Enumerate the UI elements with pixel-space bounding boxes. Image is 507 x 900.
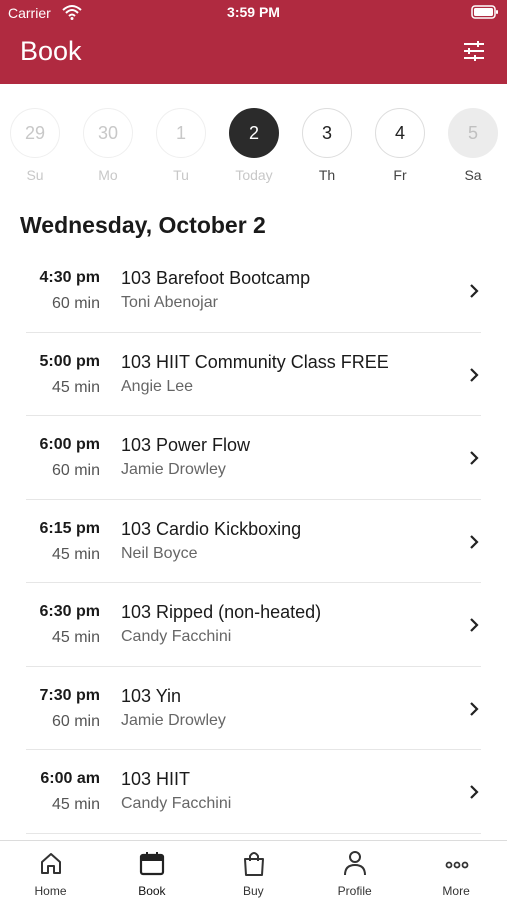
battery-icon xyxy=(471,5,498,19)
more-dots-icon xyxy=(445,861,468,869)
session-duration: 60 min xyxy=(51,712,100,730)
session-row[interactable]: 6:30 pm 45 min 103 Ripped (non-heated) Cand… xyxy=(0,583,507,667)
tab-label: More xyxy=(442,884,470,898)
chevron-right-icon xyxy=(470,451,479,465)
session-row[interactable]: 6:15 pm 45 min 103 Cardio Kickboxing Neil B… xyxy=(0,500,507,584)
day-th[interactable]: 3 Th xyxy=(301,108,353,183)
day-number: 1 xyxy=(156,108,206,158)
chevron-right-icon xyxy=(470,367,479,382)
chevron-right-icon xyxy=(470,618,479,632)
chevron-right-icon xyxy=(470,284,479,298)
session-time: 5:00 pm xyxy=(39,352,100,370)
session-row[interactable]: 7:30 pm 60 min 103 Yin Jamie Drowley xyxy=(0,667,507,751)
class-name: 103 Cardio Kickboxing xyxy=(121,518,302,539)
status-bar: Carrier 3:59 PM xyxy=(0,0,507,26)
class-name: 103 Power Flow xyxy=(121,435,251,455)
session-time: 4:30 pm xyxy=(39,269,100,286)
day-label: Mo xyxy=(98,167,118,183)
day-number: 5 xyxy=(448,108,498,158)
tab-bar: Home Book Buy Profile More xyxy=(0,840,507,900)
session-time: 7:30 pm xyxy=(39,686,100,704)
top-bar: Carrier 3:59 PM Book xyxy=(0,0,507,84)
page-title: Book xyxy=(20,36,82,66)
session-duration: 60 min xyxy=(51,462,100,479)
session-row[interactable]: 4:30 pm 60 min 103 Barefoot Bootcamp Toni A… xyxy=(0,249,507,333)
instructor-name: Candy Facchini xyxy=(121,628,232,645)
instructor-name: Jamie Drowley xyxy=(121,711,226,729)
session-duration: 45 min xyxy=(51,629,100,646)
instructor-name: Angie Lee xyxy=(121,377,194,395)
session-duration: 45 min xyxy=(51,796,100,813)
session-row[interactable]: 6:00 pm 60 min 103 Power Flow Jamie Drowley xyxy=(0,416,507,500)
tab-more[interactable]: More xyxy=(406,841,507,900)
session-time: 6:00 pm xyxy=(39,436,100,453)
day-fr[interactable]: 4 Fr xyxy=(374,108,426,183)
class-name: 103 Barefoot Bootcamp xyxy=(121,268,311,288)
day-number: 30 xyxy=(83,108,133,158)
tab-book[interactable]: Book xyxy=(101,841,202,900)
class-name: 103 HIIT xyxy=(121,769,191,789)
class-name: 103 Yin xyxy=(121,685,182,706)
instructor-name: Jamie Drowley xyxy=(121,461,226,478)
session-time: 6:00 am xyxy=(40,770,100,787)
day-su[interactable]: 29 Su xyxy=(9,108,61,183)
date-heading: Wednesday, October 2 xyxy=(20,212,266,238)
calendar-icon xyxy=(140,852,165,876)
instructor-name: Toni Abenojar xyxy=(121,294,218,311)
class-name: 103 Ripped (non-heated) xyxy=(121,602,322,622)
day-selector: 29 Su 30 Mo 1 Tu 2 Today 3 Th 4 Fr 5 Sa xyxy=(0,108,507,188)
day-label: Tu xyxy=(173,167,189,183)
person-icon xyxy=(344,851,367,876)
tab-buy[interactable]: Buy xyxy=(203,841,304,900)
tab-home[interactable]: Home xyxy=(0,841,101,900)
day-number: 3 xyxy=(302,108,352,158)
day-label: Fr xyxy=(393,167,407,183)
status-time: 3:59 PM xyxy=(227,4,280,20)
day-label: Sa xyxy=(464,167,482,183)
session-row[interactable]: 5:00 pm 45 min 103 HIIT Community Class FR… xyxy=(0,333,507,417)
day-number: 2 xyxy=(229,108,279,158)
session-row[interactable]: 6:00 am 45 min 103 HIIT Candy Facchini xyxy=(0,750,507,834)
day-today[interactable]: 2 Today xyxy=(228,108,280,183)
chevron-right-icon xyxy=(470,785,479,799)
tab-label: Profile xyxy=(337,884,372,898)
session-duration: 45 min xyxy=(51,545,100,563)
day-number: 4 xyxy=(375,108,425,158)
chevron-right-icon xyxy=(470,534,479,549)
session-duration: 45 min xyxy=(51,378,100,396)
session-time: 6:30 pm xyxy=(39,603,100,620)
session-list: 4:30 pm 60 min 103 Barefoot Bootcamp Toni A… xyxy=(0,249,507,834)
instructor-name: Neil Boyce xyxy=(121,544,198,562)
chevron-right-icon xyxy=(470,701,479,716)
tab-label: Home xyxy=(34,884,67,898)
tab-profile[interactable]: Profile xyxy=(304,841,405,900)
day-mo[interactable]: 30 Mo xyxy=(82,108,134,183)
day-label: Su xyxy=(26,167,44,183)
sliders-icon[interactable] xyxy=(463,40,485,62)
instructor-name: Candy Facchini xyxy=(121,795,232,812)
day-number: 29 xyxy=(10,108,60,158)
day-sa: 5 Sa xyxy=(447,108,499,183)
day-label: Today xyxy=(235,167,273,183)
day-label: Th xyxy=(318,167,336,183)
session-duration: 60 min xyxy=(51,295,100,312)
day-tu[interactable]: 1 Tu xyxy=(155,108,207,183)
class-name: 103 HIIT Community Class FREE xyxy=(121,351,389,372)
home-icon xyxy=(41,853,61,874)
tab-label: Buy xyxy=(242,884,264,898)
shopping-bag-icon xyxy=(243,852,264,876)
session-time: 6:15 pm xyxy=(39,519,100,537)
tab-label: Book xyxy=(138,884,166,898)
